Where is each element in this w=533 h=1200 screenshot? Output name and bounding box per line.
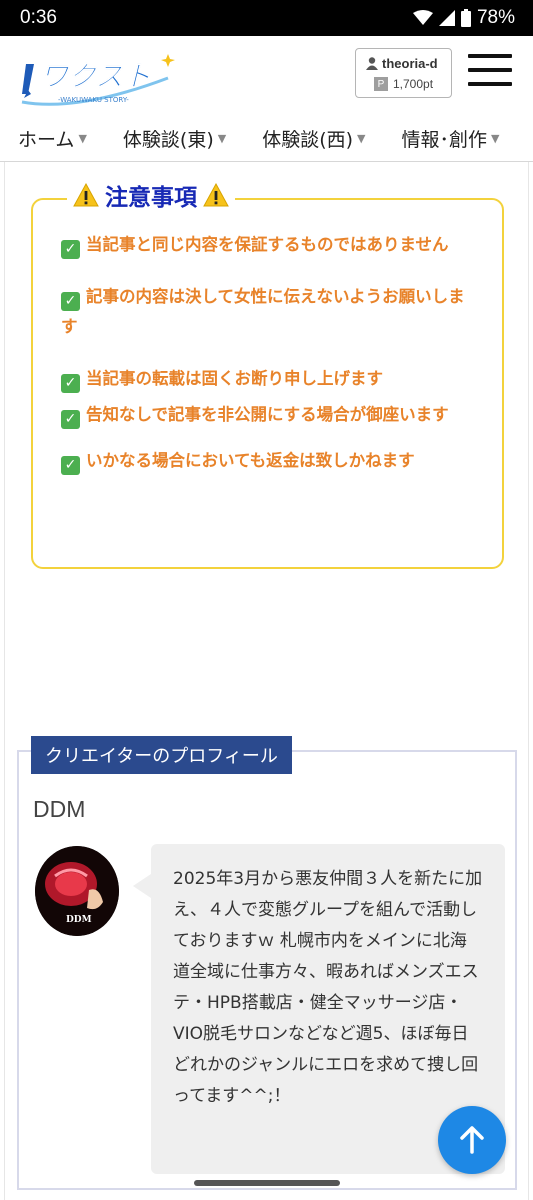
gesture-home-bar[interactable] — [194, 1180, 340, 1186]
status-bar: 0:36 78% — [0, 0, 533, 36]
notice-title-text: 注意事項 — [105, 185, 197, 211]
profile-label: クリエイターのプロフィール — [31, 736, 292, 774]
article-content: 注意事項 ✓ 当記事と同じ内容を保証するものではありません ✓ 記事の内容は決して女… — [4, 162, 529, 1200]
logo-graphic: ワクスト -WAKUWAKU STORY- — [21, 54, 175, 106]
avatar[interactable]: DDM — [35, 846, 119, 936]
notice-title: 注意事項 — [67, 178, 235, 212]
user-points-row: P 1,700pt — [374, 77, 433, 91]
notice-box: 注意事項 ✓ 当記事と同じ内容を保証するものではありません ✓ 記事の内容は決して女… — [31, 178, 504, 569]
nav-item-experience-east[interactable]: 体験談(東) ▼ — [105, 125, 244, 152]
notice-item-text: 当記事と同じ内容を保証するものではありません — [86, 235, 449, 254]
user-points: 1,700pt — [393, 77, 434, 91]
hamburger-menu-button[interactable] — [468, 50, 512, 90]
svg-text:ワクスト: ワクスト — [40, 60, 151, 93]
user-account-box[interactable]: theoria-d P 1,700pt — [355, 48, 452, 98]
profile-bio: 2025年3月から悪友仲間３人を新たに加え、４人で変態グループを組んで活動してお… — [173, 869, 483, 1106]
caret-down-icon: ▼ — [78, 132, 87, 145]
nav-item-label: 情報･創作 — [401, 129, 488, 151]
notice-item: ✓ 当記事の転載は固くお断り申し上げます — [61, 364, 481, 394]
nav-item-info-creation[interactable]: 情報･創作 ▼ — [384, 125, 518, 152]
caret-down-icon: ▼ — [217, 132, 227, 145]
check-icon: ✓ — [61, 455, 80, 475]
avatar-image: DDM — [35, 846, 119, 936]
warning-icon — [203, 183, 229, 207]
arrow-up-icon — [460, 1126, 484, 1154]
check-icon: ✓ — [61, 239, 80, 259]
battery-level: 78% — [476, 7, 515, 28]
notice-list: ✓ 当記事と同じ内容を保証するものではありません ✓ 記事の内容は決して女性に伝えな… — [61, 230, 481, 476]
check-icon: ✓ — [61, 373, 80, 393]
site-logo[interactable]: ワクスト -WAKUWAKU STORY- — [18, 50, 178, 110]
caret-down-icon: ▼ — [357, 132, 366, 145]
profile-name[interactable]: DDM — [33, 796, 85, 823]
svg-text:-WAKUWAKU STORY-: -WAKUWAKU STORY- — [58, 96, 129, 104]
caret-down-icon: ▼ — [491, 132, 500, 145]
warning-icon — [73, 183, 99, 207]
status-time: 0:36 — [20, 7, 57, 28]
wifi-icon — [412, 10, 433, 25]
scroll-to-top-button[interactable] — [438, 1106, 506, 1174]
notice-item-text: いかなる場合においても返金は致しかねます — [86, 451, 415, 470]
nav-item-label: ホーム — [18, 129, 75, 151]
notice-item-text: 当記事の転載は固くお断り申し上げます — [86, 369, 383, 388]
battery-icon — [460, 9, 471, 27]
category-nav: ホーム ▼ 体験談(東) ▼ 体験談(西) ▼ 情報･創作 ▼ — [0, 116, 533, 162]
nav-item-home[interactable]: ホーム ▼ — [0, 125, 105, 152]
notice-item-text: 記事の内容は決して女性に伝えないようお願いします — [61, 287, 465, 336]
notice-item: ✓ 告知なしで記事を非公開にする場合が御座います — [61, 400, 481, 430]
notice-item: ✓ 当記事と同じ内容を保証するものではありません — [61, 230, 481, 260]
status-icons: 78% — [412, 7, 515, 29]
points-badge-icon: P — [374, 77, 388, 91]
nav-item-label: 体験談(東) — [122, 129, 214, 151]
user-name: theoria-d — [382, 56, 438, 71]
site-header: ワクスト -WAKUWAKU STORY- theoria-d P 1,700p… — [0, 36, 533, 116]
nav-item-experience-west[interactable]: 体験談(西) ▼ — [244, 125, 383, 152]
notice-item: ✓ いかなる場合においても返金は致しかねます — [61, 446, 481, 476]
notice-item-text: 告知なしで記事を非公開にする場合が御座います — [86, 405, 449, 424]
notice-item: ✓ 記事の内容は決して女性に伝えないようお願いします — [61, 282, 481, 342]
check-icon: ✓ — [61, 409, 80, 429]
user-icon — [366, 57, 378, 70]
nav-item-label: 体験談(西) — [262, 129, 354, 151]
user-name-row: theoria-d — [366, 56, 438, 71]
svg-text:DDM: DDM — [66, 915, 92, 925]
signal-icon — [438, 10, 455, 26]
check-icon: ✓ — [61, 291, 80, 311]
